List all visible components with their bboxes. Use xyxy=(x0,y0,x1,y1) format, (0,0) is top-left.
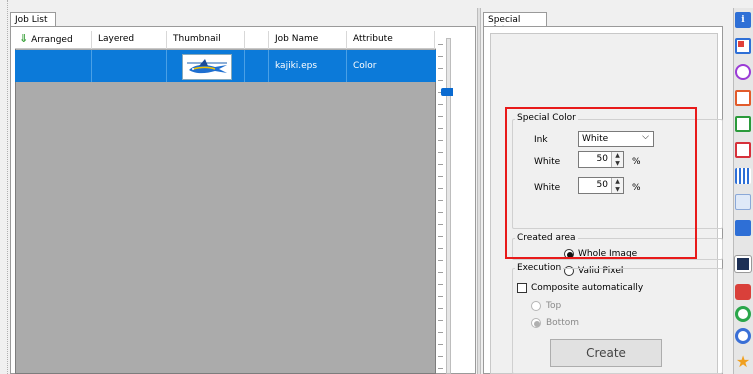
slider-tick xyxy=(438,236,443,237)
column-header-layered[interactable]: Layered xyxy=(92,31,167,49)
grid-icon[interactable] xyxy=(735,168,751,184)
create-button[interactable]: Create xyxy=(550,339,662,367)
job-list-grid[interactable] xyxy=(15,31,436,374)
slider-tick xyxy=(438,104,443,105)
slider-tick xyxy=(438,248,443,249)
slider-tick xyxy=(438,368,443,369)
slider-tick xyxy=(438,140,443,141)
slider-tick xyxy=(438,188,443,189)
slider-tick xyxy=(438,44,443,45)
bottom-radio[interactable] xyxy=(531,318,541,328)
copy-icon[interactable] xyxy=(735,194,751,210)
zoom-slider-thumb[interactable] xyxy=(441,88,453,96)
info-icon[interactable]: i xyxy=(735,12,751,28)
column-header-thumbnail[interactable]: Thumbnail xyxy=(167,31,245,49)
cell-attribute: Color xyxy=(353,61,377,71)
slider-tick xyxy=(438,332,443,333)
column-header-attribute[interactable]: Attribute xyxy=(347,31,435,49)
slider-tick xyxy=(438,68,443,69)
column-label: Arranged xyxy=(31,35,73,45)
highlight-frame xyxy=(505,107,697,259)
top-label[interactable]: Top xyxy=(546,301,561,311)
slider-tick xyxy=(438,224,443,225)
star-icon[interactable]: ★ xyxy=(735,354,751,370)
slider-tick xyxy=(438,116,443,117)
special-plate-icon[interactable] xyxy=(735,256,751,272)
slider-tick xyxy=(438,128,443,129)
slider-tick xyxy=(438,212,443,213)
composite-label[interactable]: Composite automatically xyxy=(531,283,643,293)
slider-tick xyxy=(438,356,443,357)
rotate-icon[interactable] xyxy=(735,64,751,80)
cell-spacer xyxy=(245,50,269,82)
slider-tick xyxy=(438,296,443,297)
cell-arranged xyxy=(15,50,92,82)
split-icon[interactable] xyxy=(735,142,751,158)
cell-job-name: kajiki.eps xyxy=(269,50,347,82)
slider-tick xyxy=(438,176,443,177)
execution-title: Execution xyxy=(515,263,564,273)
slider-tick xyxy=(438,152,443,153)
slider-tick xyxy=(438,260,443,261)
splitter-right[interactable] xyxy=(477,8,481,374)
marlin-thumbnail-image xyxy=(182,54,232,80)
column-header-spacer xyxy=(245,31,269,49)
slider-tick xyxy=(438,344,443,345)
layout-icon[interactable] xyxy=(735,38,751,54)
tab-job-list[interactable]: Job List xyxy=(10,12,56,27)
slider-tick xyxy=(438,200,443,201)
composite-icon[interactable] xyxy=(735,220,751,236)
composite-checkbox[interactable] xyxy=(517,283,527,293)
top-radio[interactable] xyxy=(531,301,541,311)
slider-tick xyxy=(438,164,443,165)
recycle-icon[interactable] xyxy=(735,306,751,322)
slider-tick xyxy=(438,320,443,321)
slider-tick xyxy=(438,308,443,309)
column-header-arranged[interactable]: ⇓ Arranged xyxy=(15,31,92,49)
mask-icon[interactable] xyxy=(735,284,751,300)
slider-tick xyxy=(438,284,443,285)
cell-layered xyxy=(92,50,167,82)
bottom-label[interactable]: Bottom xyxy=(546,318,579,328)
job-list-header: ⇓ Arranged Layered Thumbnail Job Name At… xyxy=(15,31,436,49)
slider-tick xyxy=(438,80,443,81)
table-row[interactable]: kajiki.eps Color xyxy=(15,50,436,82)
slider-tick xyxy=(438,56,443,57)
frame-icon[interactable] xyxy=(735,116,751,132)
color-target-icon[interactable] xyxy=(735,328,751,344)
column-header-job-name[interactable]: Job Name xyxy=(269,31,347,49)
tab-special-plate[interactable]: Special plate xyxy=(483,12,547,35)
crop-icon[interactable] xyxy=(735,90,751,106)
splitter-left[interactable] xyxy=(7,0,9,374)
sort-down-arrow-icon: ⇓ xyxy=(19,32,29,45)
slider-tick xyxy=(438,272,443,273)
